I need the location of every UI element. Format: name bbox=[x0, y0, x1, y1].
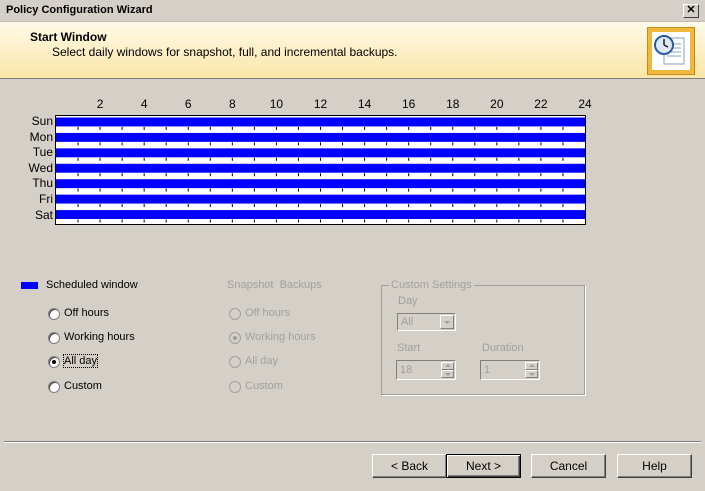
day-label: Tue bbox=[32, 145, 53, 160]
day-label: Fri bbox=[39, 192, 53, 206]
hour-label: 4 bbox=[140, 97, 148, 111]
hour-label: 22 bbox=[534, 97, 548, 111]
snapshot-radio-off-hours-dot[interactable] bbox=[229, 308, 241, 320]
scheduled-window-bar[interactable] bbox=[56, 210, 585, 219]
duration-label: Duration bbox=[482, 342, 524, 354]
hour-label: 20 bbox=[490, 97, 504, 111]
window-title: Policy Configuration Wizard bbox=[6, 4, 153, 16]
close-icon: ✕ bbox=[686, 4, 696, 16]
snapshot-radio-custom-dot[interactable] bbox=[229, 381, 241, 393]
radio-all-day[interactable]: All day bbox=[48, 354, 128, 370]
radio-off-hours-label: Off hours bbox=[64, 307, 110, 319]
snapshot-radio-working-hours[interactable]: Working hours bbox=[229, 331, 329, 346]
day-select-value: All bbox=[401, 316, 414, 328]
day-select[interactable]: All bbox=[397, 313, 456, 331]
day-label: Sun bbox=[31, 114, 53, 128]
snapshot-radio-off-hours-label: Off hours bbox=[245, 307, 291, 319]
page-title: Start Window bbox=[30, 30, 107, 44]
radio-custom-label: Custom bbox=[64, 380, 102, 392]
scheduled-window-bar[interactable] bbox=[56, 148, 585, 158]
day-label: Thu bbox=[32, 176, 53, 191]
duration-spinner[interactable]: 1 bbox=[480, 360, 540, 380]
snapshot-radio-all-day[interactable]: All day bbox=[229, 355, 309, 370]
snapshot-radio-all-day-dot[interactable] bbox=[229, 356, 241, 368]
scheduled-window-bar[interactable] bbox=[56, 179, 585, 189]
cancel-button[interactable]: Cancel bbox=[531, 454, 606, 478]
radio-all-day-label: All day bbox=[62, 354, 99, 368]
snapshot-radio-custom-label: Custom bbox=[245, 380, 283, 392]
radio-working-hours-label: Working hours bbox=[64, 331, 135, 343]
snapshot-radio-off-hours[interactable]: Off hours bbox=[229, 307, 309, 322]
spin-down-icon[interactable] bbox=[525, 370, 538, 378]
hour-label: 18 bbox=[446, 97, 460, 111]
hour-label: 14 bbox=[357, 97, 372, 111]
legend-label: Scheduled window bbox=[46, 279, 138, 291]
hour-label: 2 bbox=[96, 97, 104, 111]
radio-all-day-dot[interactable] bbox=[48, 356, 60, 368]
schedule-grid-canvas[interactable] bbox=[56, 116, 585, 224]
radio-custom[interactable]: Custom bbox=[48, 380, 128, 395]
hour-label: 10 bbox=[269, 97, 284, 111]
radio-working-hours[interactable]: Working hours bbox=[48, 331, 148, 346]
scheduled-window-bar[interactable] bbox=[56, 117, 585, 127]
scheduled-window-bar[interactable] bbox=[56, 194, 585, 204]
custom-settings-title: Custom Settings bbox=[389, 279, 474, 291]
scheduled-window-bar[interactable] bbox=[56, 163, 585, 173]
wizard-header: Start Window Select daily windows for sn… bbox=[0, 22, 705, 79]
start-label: Start bbox=[397, 342, 421, 354]
duration-value: 1 bbox=[484, 364, 491, 376]
wizard-clock-document-icon bbox=[647, 27, 695, 75]
snapshot-radio-all-day-label: All day bbox=[245, 355, 279, 367]
legend-swatch bbox=[21, 282, 38, 289]
spin-down-icon[interactable] bbox=[441, 370, 454, 378]
hour-label: 16 bbox=[401, 97, 416, 111]
radio-custom-dot[interactable] bbox=[48, 381, 60, 393]
radio-working-hours-dot[interactable] bbox=[48, 332, 60, 344]
hour-label: 8 bbox=[228, 97, 236, 111]
hour-label: 12 bbox=[313, 97, 328, 111]
day-label: Sat bbox=[34, 207, 53, 222]
start-spinner[interactable]: 18 bbox=[396, 360, 456, 380]
footer-separator bbox=[4, 441, 701, 443]
snapshot-radio-working-hours-dot[interactable] bbox=[229, 332, 241, 344]
day-label: Wed bbox=[28, 160, 53, 175]
chevron-down-icon[interactable] bbox=[440, 315, 454, 329]
hour-label: 6 bbox=[184, 97, 192, 111]
spin-up-icon[interactable] bbox=[441, 362, 454, 370]
schedule-grid[interactable] bbox=[55, 115, 586, 225]
next-button[interactable]: Next > bbox=[446, 454, 521, 478]
hour-axis: 2 4 6 8 10 12 14 16 18 20 22 24 bbox=[0, 97, 705, 111]
start-value: 18 bbox=[400, 364, 413, 376]
spin-up-icon[interactable] bbox=[525, 362, 538, 370]
title-bar: Policy Configuration Wizard ✕ bbox=[0, 0, 705, 22]
scheduled-window-bar[interactable] bbox=[56, 132, 585, 142]
page-subtitle: Select daily windows for snapshot, full,… bbox=[52, 45, 398, 59]
snapshot-radio-custom[interactable]: Custom bbox=[229, 380, 309, 395]
day-label: Mon bbox=[29, 129, 53, 144]
day-label: Day bbox=[398, 295, 418, 307]
snapshot-backups-title: Snapshot Backups bbox=[227, 279, 322, 291]
hour-label: 24 bbox=[578, 97, 592, 111]
help-button[interactable]: Help bbox=[617, 454, 692, 478]
radio-off-hours[interactable]: Off hours bbox=[48, 307, 128, 322]
snapshot-radio-working-hours-label: Working hours bbox=[245, 331, 316, 343]
radio-off-hours-dot[interactable] bbox=[48, 308, 60, 320]
back-button[interactable]: < Back bbox=[372, 454, 447, 478]
close-button[interactable]: ✕ bbox=[683, 4, 699, 18]
